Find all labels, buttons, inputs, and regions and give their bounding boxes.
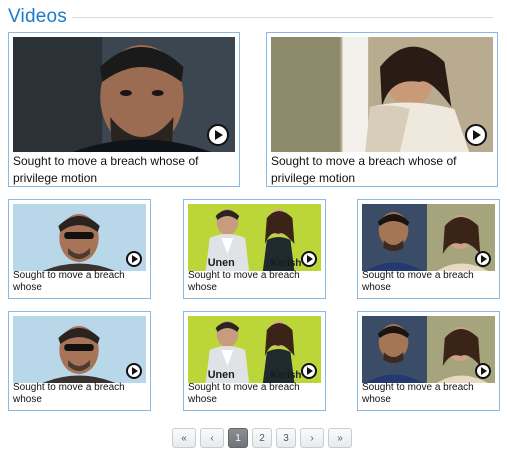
video-card-small-3[interactable]: Sought to move a breach whose <box>357 199 500 299</box>
play-icon[interactable] <box>475 363 491 379</box>
page-button-3[interactable]: 3 <box>276 428 296 448</box>
thumbnail-image <box>271 37 493 152</box>
play-icon[interactable] <box>207 124 229 146</box>
play-icon[interactable] <box>126 363 142 379</box>
video-card-small-1[interactable]: Sought to move a breach whose <box>8 199 151 299</box>
video-card-small-6[interactable]: Sought to move a breach whose <box>357 311 500 411</box>
video-thumbnail[interactable]: Unen Karish <box>188 204 321 271</box>
poster-text-left: Unen <box>208 369 235 381</box>
video-card-large-1[interactable]: Sought to move a breach whose of privile… <box>8 32 240 187</box>
video-caption[interactable]: Sought to move a breach whose <box>13 270 146 294</box>
video-caption[interactable]: Sought to move a breach whose of privile… <box>271 153 493 187</box>
video-thumbnail[interactable] <box>13 204 146 271</box>
play-icon[interactable] <box>301 363 317 379</box>
last-page-button[interactable]: » <box>328 428 352 448</box>
prev-page-button[interactable]: ‹ <box>200 428 224 448</box>
poster-text-right: Karish <box>271 258 302 269</box>
poster-text-left: Unen <box>208 257 235 269</box>
video-caption[interactable]: Sought to move a breach whose <box>188 270 321 294</box>
video-caption[interactable]: Sought to move a breach whose of privile… <box>13 153 235 187</box>
video-caption[interactable]: Sought to move a breach whose <box>13 382 146 406</box>
video-caption[interactable]: Sought to move a breach whose <box>188 382 321 406</box>
video-thumbnail[interactable]: Unen Karish <box>188 316 321 383</box>
video-thumbnail[interactable] <box>362 204 495 271</box>
video-thumbnail[interactable] <box>13 316 146 383</box>
poster-text-right: Karish <box>271 370 302 381</box>
video-caption[interactable]: Sought to move a breach whose <box>362 270 495 294</box>
video-thumbnail[interactable] <box>13 37 235 152</box>
video-thumbnail[interactable] <box>271 37 493 152</box>
title-divider <box>72 17 493 18</box>
play-icon[interactable] <box>465 124 487 146</box>
next-page-button[interactable]: › <box>300 428 324 448</box>
first-page-button[interactable]: « <box>172 428 196 448</box>
play-icon[interactable] <box>126 251 142 267</box>
page-button-2[interactable]: 2 <box>252 428 272 448</box>
videos-title: Videos <box>8 6 67 27</box>
video-card-large-2[interactable]: Sought to move a breach whose of privile… <box>266 32 498 187</box>
video-card-small-5[interactable]: Unen Karish Sought to move a breach whos… <box>183 311 326 411</box>
video-card-small-4[interactable]: Sought to move a breach whose <box>8 311 151 411</box>
video-caption[interactable]: Sought to move a breach whose <box>362 382 495 406</box>
video-thumbnail[interactable] <box>362 316 495 383</box>
thumbnail-image <box>13 37 235 152</box>
pagination: « ‹ 1 2 3 › » <box>172 428 352 448</box>
play-icon[interactable] <box>301 251 317 267</box>
page-button-1[interactable]: 1 <box>228 428 248 448</box>
video-card-small-2[interactable]: Unen Karish Sought to move a breach whos… <box>183 199 326 299</box>
play-icon[interactable] <box>475 251 491 267</box>
